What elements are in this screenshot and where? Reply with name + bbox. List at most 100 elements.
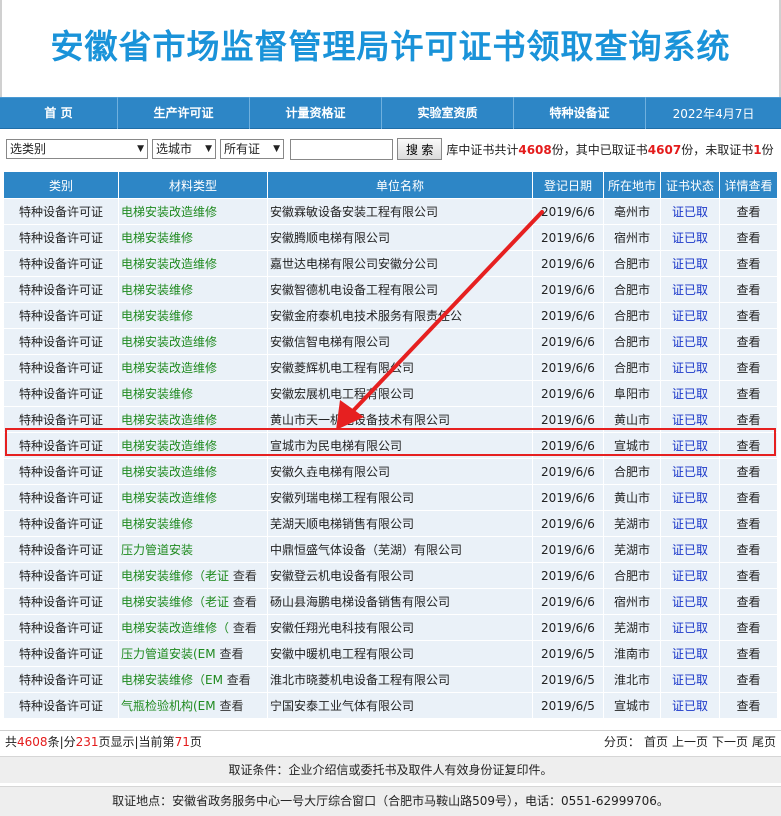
cell-status-link[interactable]: 证已取 <box>661 407 719 432</box>
cell-status-link[interactable]: 证已取 <box>661 303 719 328</box>
cell-category: 特种设备许可证 <box>4 589 118 614</box>
material-text: 电梯安装维修（EM <box>121 673 223 687</box>
cell-date: 2019/6/5 <box>533 693 603 718</box>
dropdown-arrow-icon: ▼ <box>273 144 280 154</box>
cell-material: 电梯安装维修（老证 查看 <box>119 589 267 614</box>
cell-view-link[interactable]: 查看 <box>720 641 777 666</box>
cell-status-link[interactable]: 证已取 <box>661 381 719 406</box>
material-text: 电梯安装改造维修 <box>121 361 218 375</box>
cell-status-link[interactable]: 证已取 <box>661 251 719 276</box>
table-body: 特种设备许可证 电梯安装改造维修 安徽霖敏设备安装工程有限公司 2019/6/6 亳州市… <box>4 199 777 718</box>
cell-date: 2019/6/6 <box>533 459 603 484</box>
cell-view-link[interactable]: 查看 <box>720 303 777 328</box>
cell-view-link[interactable]: 查看 <box>720 251 777 276</box>
cell-view-link[interactable]: 查看 <box>720 667 777 692</box>
cell-unit: 安徽信智电梯有限公司 <box>268 329 532 354</box>
cell-view-link[interactable]: 查看 <box>720 199 777 224</box>
cell-status-link[interactable]: 证已取 <box>661 589 719 614</box>
cell-material: 电梯安装改造维修 <box>119 329 267 354</box>
material-view-link[interactable]: 查看 <box>216 647 243 661</box>
cell-status-link[interactable]: 证已取 <box>661 693 719 718</box>
cell-view-link[interactable]: 查看 <box>720 537 777 562</box>
cell-status-link[interactable]: 证已取 <box>661 199 719 224</box>
material-text: 电梯安装改造维修（ <box>121 621 230 635</box>
table-row: 特种设备许可证 压力管道安装 中鼎恒盛气体设备（芜湖）有限公司 2019/6/6 芜湖市… <box>4 537 777 562</box>
nav-production-license[interactable]: 生产许可证 <box>118 97 250 129</box>
cell-category: 特种设备许可证 <box>4 407 118 432</box>
cell-status-link[interactable]: 证已取 <box>661 563 719 588</box>
col-header-details: 详情查看 <box>720 172 777 198</box>
cell-view-link[interactable]: 查看 <box>720 225 777 250</box>
cell-city: 合肥市 <box>604 329 660 354</box>
prev-page-link[interactable]: 上一页 <box>672 735 708 749</box>
cell-category: 特种设备许可证 <box>4 251 118 276</box>
cell-view-link[interactable]: 查看 <box>720 433 777 458</box>
cell-unit: 宣城市为民电梯有限公司 <box>268 433 532 458</box>
material-view-link[interactable]: 查看 <box>223 673 251 687</box>
nav-lab-qualification[interactable]: 实验室资质 <box>382 97 514 129</box>
cell-view-link[interactable]: 查看 <box>720 329 777 354</box>
cell-date: 2019/6/6 <box>533 485 603 510</box>
nav-metrology-cert[interactable]: 计量资格证 <box>250 97 382 129</box>
cell-view-link[interactable]: 查看 <box>720 589 777 614</box>
cert-select[interactable]: 所有证 ▼ <box>220 139 284 159</box>
cell-view-link[interactable]: 查看 <box>720 459 777 484</box>
cell-city: 合肥市 <box>604 459 660 484</box>
table-header-row: 类别 材料类型 单位名称 登记日期 所在地市 证书状态 详情查看 <box>4 172 777 198</box>
cell-city: 亳州市 <box>604 199 660 224</box>
material-view-link[interactable]: 查看 <box>229 569 257 583</box>
cell-city: 合肥市 <box>604 355 660 380</box>
cell-date: 2019/6/6 <box>533 355 603 380</box>
cell-view-link[interactable]: 查看 <box>720 407 777 432</box>
cell-category: 特种设备许可证 <box>4 511 118 536</box>
material-view-link[interactable]: 查看 <box>216 699 243 713</box>
cell-material: 电梯安装维修（EM 查看 <box>119 667 267 692</box>
next-page-link[interactable]: 下一页 <box>712 735 748 749</box>
material-view-link[interactable]: 查看 <box>229 621 257 635</box>
nav-special-equipment[interactable]: 特种设备证 <box>514 97 646 129</box>
cell-material: 电梯安装维修 <box>119 225 267 250</box>
first-page-link[interactable]: 首页 <box>644 735 668 749</box>
cell-status-link[interactable]: 证已取 <box>661 329 719 354</box>
material-view-link[interactable]: 查看 <box>229 595 257 609</box>
pagination: 共4608条|分231页显示|当前第71页 分页： 首页 上一页 下一页 尾页 <box>0 730 781 752</box>
cell-view-link[interactable]: 查看 <box>720 381 777 406</box>
cell-view-link[interactable]: 查看 <box>720 277 777 302</box>
cell-view-link[interactable]: 查看 <box>720 355 777 380</box>
cell-status-link[interactable]: 证已取 <box>661 537 719 562</box>
cell-date: 2019/6/6 <box>533 537 603 562</box>
nav-home[interactable]: 首 页 <box>0 97 118 129</box>
cell-status-link[interactable]: 证已取 <box>661 459 719 484</box>
cell-date: 2019/6/5 <box>533 667 603 692</box>
cell-view-link[interactable]: 查看 <box>720 693 777 718</box>
cell-status-link[interactable]: 证已取 <box>661 277 719 302</box>
col-header-status: 证书状态 <box>661 172 719 198</box>
material-text: 电梯安装改造维修 <box>121 257 218 271</box>
cell-unit: 中鼎恒盛气体设备（芜湖）有限公司 <box>268 537 532 562</box>
cell-city: 黄山市 <box>604 407 660 432</box>
cell-status-link[interactable]: 证已取 <box>661 667 719 692</box>
table-row: 特种设备许可证 电梯安装维修 安徽金府泰机电技术服务有限责任公 2019/6/6 合肥市… <box>4 303 777 328</box>
cell-status-link[interactable]: 证已取 <box>661 485 719 510</box>
cell-status-link[interactable]: 证已取 <box>661 511 719 536</box>
cell-city: 阜阳市 <box>604 381 660 406</box>
search-button[interactable]: 搜 索 <box>397 138 443 160</box>
cell-status-link[interactable]: 证已取 <box>661 433 719 458</box>
cell-status-link[interactable]: 证已取 <box>661 641 719 666</box>
cell-status-link[interactable]: 证已取 <box>661 225 719 250</box>
cell-unit: 安徽久垚电梯有限公司 <box>268 459 532 484</box>
cell-view-link[interactable]: 查看 <box>720 485 777 510</box>
cell-unit: 安徽登云机电设备有限公司 <box>268 563 532 588</box>
city-select[interactable]: 选城市 ▼ <box>152 139 216 159</box>
category-select[interactable]: 选类别 ▼ <box>6 139 148 159</box>
cell-view-link[interactable]: 查看 <box>720 615 777 640</box>
cell-status-link[interactable]: 证已取 <box>661 355 719 380</box>
table-row: 特种设备许可证 电梯安装维修 芜湖天顺电梯销售有限公司 2019/6/6 芜湖市 证已取查… <box>4 511 777 536</box>
search-input[interactable] <box>290 138 393 160</box>
cell-view-link[interactable]: 查看 <box>720 563 777 588</box>
last-page-link[interactable]: 尾页 <box>752 735 776 749</box>
cell-status-link[interactable]: 证已取 <box>661 615 719 640</box>
cell-view-link[interactable]: 查看 <box>720 511 777 536</box>
cell-category: 特种设备许可证 <box>4 693 118 718</box>
cell-city: 宿州市 <box>604 589 660 614</box>
